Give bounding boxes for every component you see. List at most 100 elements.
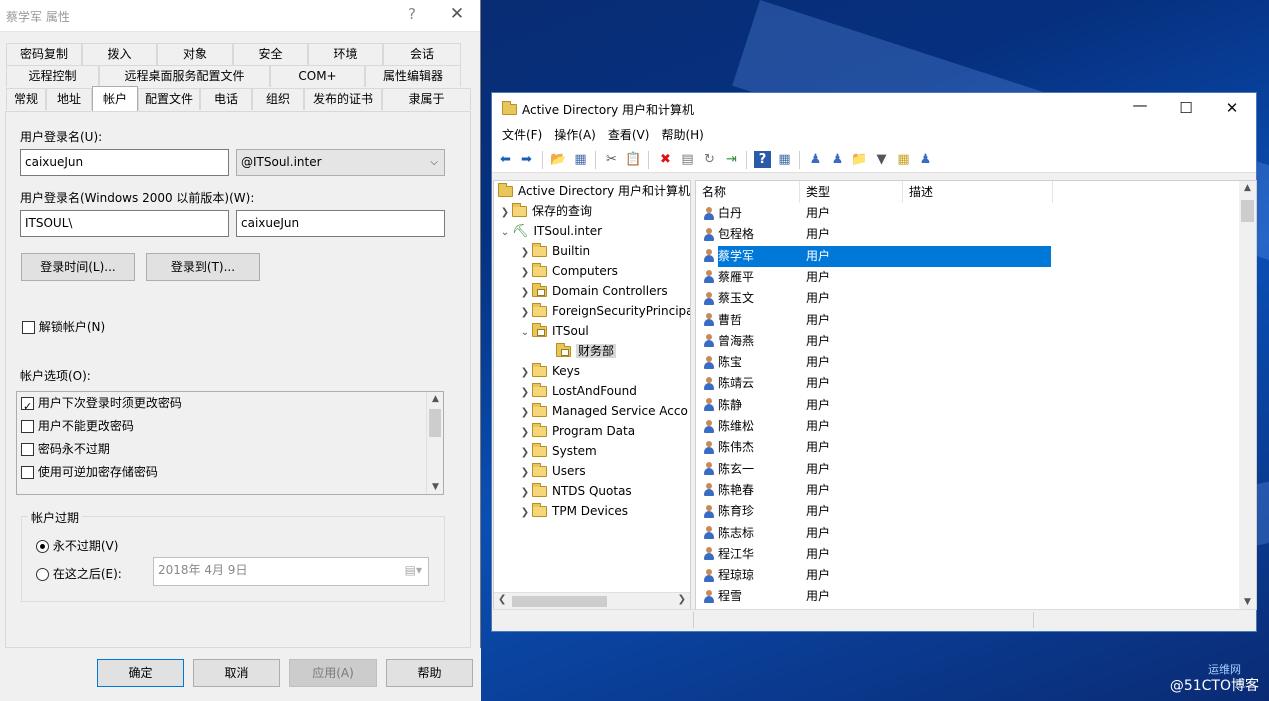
column-header-name[interactable]: 名称 — [696, 181, 800, 203]
expand-icon[interactable]: ❯ — [518, 403, 532, 423]
scroll-down-icon[interactable]: ▼ — [427, 482, 443, 492]
expand-icon[interactable]: ❯ — [518, 383, 532, 403]
scrollbar-thumb[interactable] — [429, 409, 441, 437]
expand-icon[interactable]: ❯ — [518, 243, 532, 263]
collapse-icon[interactable]: ⌄ — [498, 223, 512, 243]
tab-security[interactable]: 安全 — [233, 43, 308, 65]
new-group-icon[interactable]: ♟ — [829, 151, 846, 168]
minimize-icon[interactable]: — — [1128, 96, 1152, 114]
option-checkbox[interactable] — [21, 443, 34, 456]
menu-file[interactable]: 文件(F) — [496, 124, 548, 147]
tree-item-tpm-devices[interactable]: ❯ TPM Devices — [518, 501, 628, 521]
account-option-item[interactable]: 用户下次登录时须更改密码 — [17, 392, 443, 418]
list-row[interactable]: 包程格 用户 — [696, 224, 1256, 245]
help-icon[interactable]: ? — [754, 151, 771, 168]
option-checkbox[interactable] — [21, 395, 34, 418]
menu-help[interactable]: 帮助(H) — [655, 124, 709, 147]
new-user-icon[interactable]: ♟ — [807, 151, 824, 168]
domain-suffix-select[interactable]: @ITSoul.inter ⌵ — [236, 149, 445, 176]
logon-hours-button[interactable]: 登录时间(L)... — [21, 253, 135, 281]
tree-item-finance-dept[interactable]: 财务部 — [556, 341, 617, 361]
tab-password-replication[interactable]: 密码复制 — [6, 43, 82, 65]
account-option-item[interactable]: 用户不能更改密码 — [17, 415, 443, 438]
expand-icon[interactable]: ❯ — [518, 463, 532, 483]
list-row[interactable]: 陈育珍 用户 — [696, 501, 1256, 522]
scroll-down-icon[interactable]: ▼ — [1239, 597, 1256, 607]
close-icon[interactable]: ✕ — [446, 4, 468, 24]
tree-item-program-data[interactable]: ❯ Program Data — [518, 421, 635, 441]
up-folder-icon[interactable]: 📂 — [550, 151, 567, 168]
delete-icon[interactable]: ✖ — [657, 151, 674, 168]
maximize-icon[interactable]: ☐ — [1174, 99, 1198, 117]
logon-name-input[interactable]: caixueJun — [20, 149, 229, 176]
list-row[interactable]: 程雪 用户 — [696, 586, 1256, 607]
tab-com-plus[interactable]: COM+ — [270, 65, 365, 87]
scroll-up-icon[interactable]: ▲ — [1239, 183, 1256, 193]
list-row[interactable]: 程琼琼 用户 — [696, 565, 1256, 586]
never-expires-radio[interactable] — [36, 540, 49, 553]
tree-item-domain[interactable]: ⌄ ⛏ ITSoul.inter — [498, 221, 602, 241]
account-option-item[interactable]: 密码永不过期 — [17, 438, 443, 461]
list-row[interactable]: 陈艳春 用户 — [696, 480, 1256, 501]
tree-item-keys[interactable]: ❯ Keys — [518, 361, 580, 381]
tab-sessions[interactable]: 会话 — [383, 43, 461, 65]
expand-icon[interactable]: ❯ — [518, 483, 532, 503]
expand-icon[interactable]: ❯ — [518, 303, 532, 323]
scroll-right-icon[interactable]: ❯ — [678, 594, 686, 605]
cancel-button[interactable]: 取消 — [193, 659, 280, 687]
unlock-account-checkbox[interactable] — [22, 321, 35, 334]
list-row[interactable]: 陈伟杰 用户 — [696, 437, 1256, 458]
expand-icon[interactable]: ❯ — [498, 203, 512, 223]
tree-item-saved-queries[interactable]: ❯ 保存的查询 — [498, 201, 592, 221]
list-row[interactable]: 陈维松 用户 — [696, 416, 1256, 437]
tree-item-managed-service-accounts[interactable]: ❯ Managed Service Acco — [518, 401, 688, 421]
list-row[interactable]: 蔡学军 用户 — [696, 245, 1256, 267]
unlock-account-row[interactable]: 解锁帐户(N) — [22, 318, 105, 335]
column-header-type[interactable]: 类型 — [800, 181, 903, 203]
expand-icon[interactable]: ❯ — [518, 423, 532, 443]
tree-item-builtin[interactable]: ❯ Builtin — [518, 241, 590, 261]
scrollbar-thumb[interactable] — [512, 596, 607, 607]
find-icon[interactable]: ▦ — [895, 151, 912, 168]
tree-item-itsoul[interactable]: ⌄ ITSoul — [518, 321, 589, 341]
account-option-item[interactable]: 使用可逆加密存储密码 — [17, 461, 443, 484]
list-row[interactable]: 蔡雁平 用户 — [696, 267, 1256, 288]
tab-remote-control[interactable]: 远程控制 — [6, 65, 99, 87]
properties-icon[interactable]: ▤ — [679, 151, 696, 168]
tab-profile[interactable]: 配置文件 — [138, 88, 200, 110]
tab-telephones[interactable]: 电话 — [200, 88, 252, 110]
expand-icon[interactable]: ❯ — [518, 363, 532, 383]
forward-icon[interactable]: ➡ — [518, 151, 535, 168]
expand-icon[interactable]: ❯ — [518, 503, 532, 523]
list-row[interactable]: 程江华 用户 — [696, 544, 1256, 565]
tab-organization[interactable]: 组织 — [252, 88, 304, 110]
tree-root[interactable]: Active Directory 用户和计算机 — [498, 181, 690, 201]
tree-item-computers[interactable]: ❯ Computers — [518, 261, 618, 281]
back-icon[interactable]: ⬅ — [497, 151, 514, 168]
list-row[interactable]: 陈静 用户 — [696, 395, 1256, 416]
tree-horizontal-scrollbar[interactable]: ❮ ❯ — [494, 592, 690, 609]
option-checkbox[interactable] — [21, 420, 34, 433]
tab-environment[interactable]: 环境 — [308, 43, 383, 65]
show-hide-tree-icon[interactable]: ▦ — [572, 151, 589, 168]
expand-icon[interactable]: ❯ — [518, 263, 532, 283]
scroll-left-icon[interactable]: ❮ — [498, 594, 506, 605]
console-view-icon[interactable]: ▦ — [776, 151, 793, 168]
filter-icon[interactable]: ▼ — [873, 151, 890, 168]
list-vertical-scrollbar[interactable]: ▲ ▼ — [1239, 181, 1256, 609]
pre2000-name-input[interactable]: caixueJun — [236, 210, 445, 237]
apply-button[interactable]: 应用(A) — [289, 659, 377, 687]
list-row[interactable]: 白丹 用户 — [696, 203, 1256, 224]
column-header-description[interactable]: 描述 — [903, 181, 1053, 203]
expand-icon[interactable]: ❯ — [518, 283, 532, 303]
collapse-icon[interactable]: ⌄ — [518, 323, 532, 343]
tab-attribute-editor[interactable]: 属性编辑器 — [365, 65, 461, 87]
add-to-group-icon[interactable]: ♟ — [917, 151, 934, 168]
list-row[interactable]: 曾海燕 用户 — [696, 331, 1256, 352]
copy-icon[interactable]: 📋 — [625, 151, 642, 168]
help-icon[interactable]: ? — [403, 5, 421, 23]
tab-address[interactable]: 地址 — [46, 88, 92, 110]
tab-account[interactable]: 帐户 — [92, 86, 138, 111]
tree-item-lost-and-found[interactable]: ❯ LostAndFound — [518, 381, 637, 401]
tab-published-certificates[interactable]: 发布的证书 — [304, 88, 382, 110]
